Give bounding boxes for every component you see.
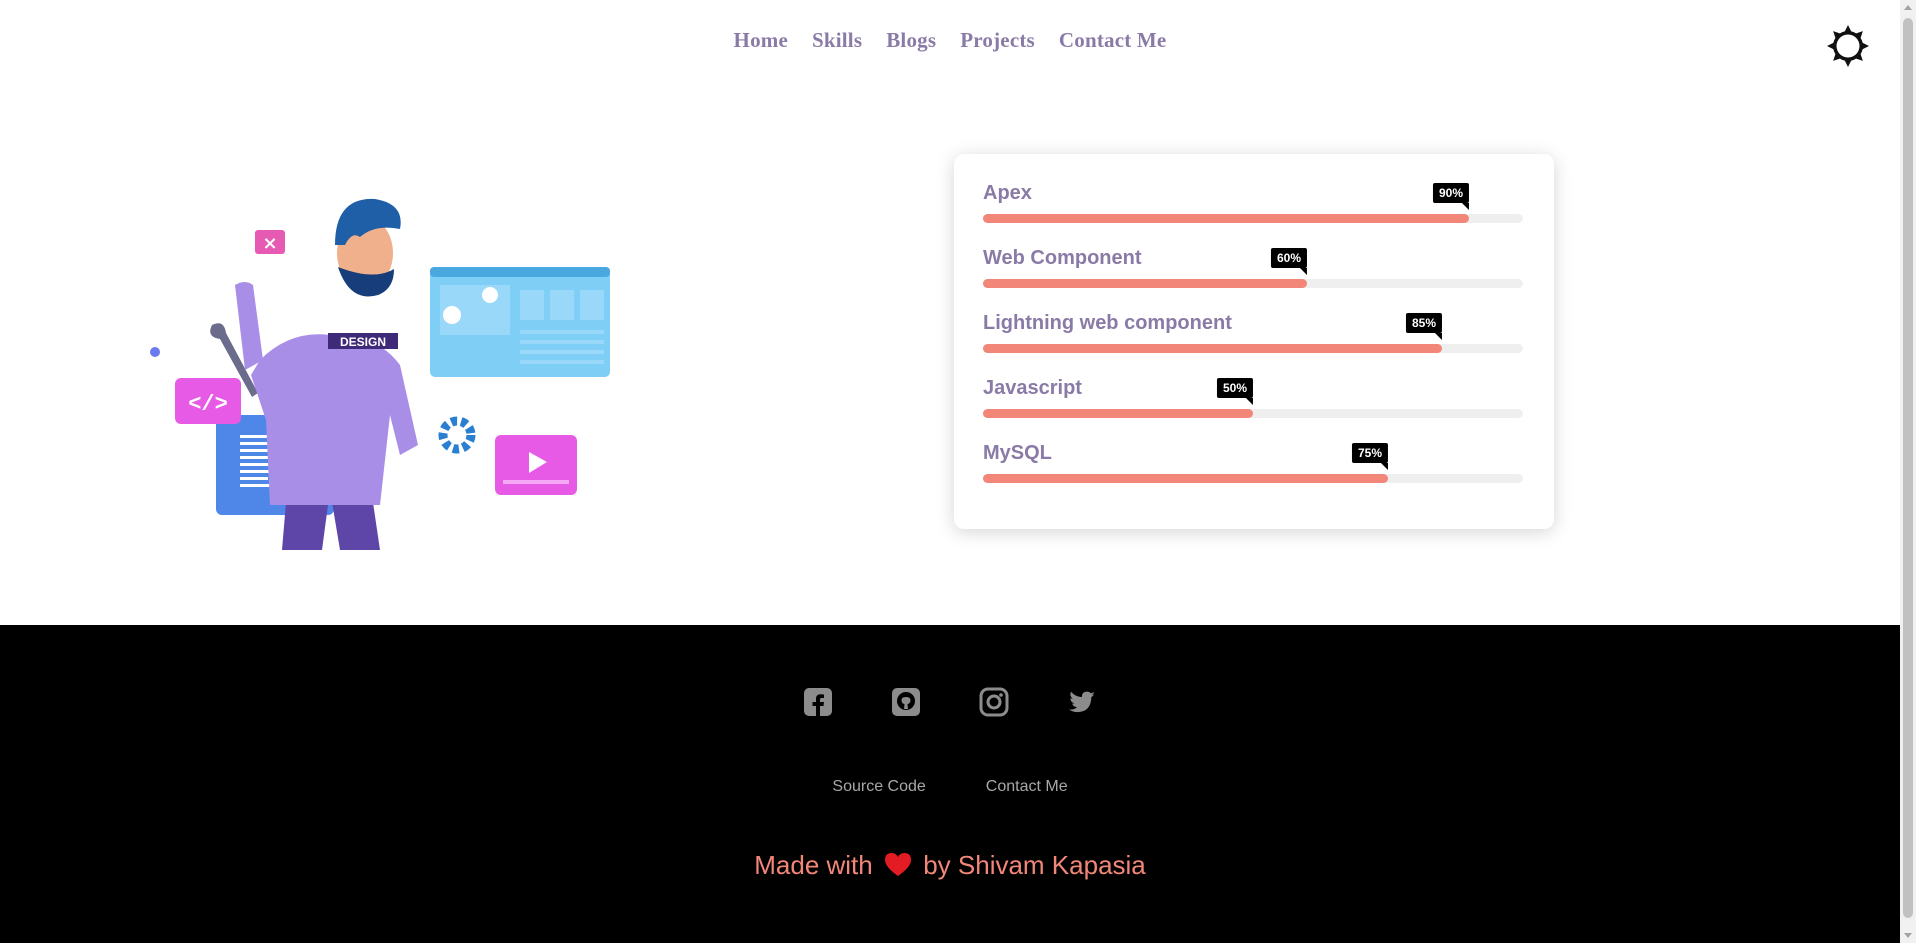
scroll-thumb[interactable] <box>1903 18 1913 918</box>
sun-icon[interactable] <box>1826 24 1870 68</box>
nav-home[interactable]: Home <box>734 28 788 53</box>
close-icon: × <box>262 233 277 254</box>
nav-blogs[interactable]: Blogs <box>886 28 936 53</box>
skill-label: Web Component <box>983 247 1142 269</box>
skill-percent-text: 60% <box>1276 251 1301 265</box>
twitter-icon[interactable] <box>1067 687 1097 717</box>
code-icon-text: </> <box>188 392 228 417</box>
github-icon[interactable] <box>891 687 921 717</box>
skill-percent-badge: 75% <box>1351 443 1388 470</box>
instagram-icon[interactable] <box>979 687 1009 717</box>
nav-projects[interactable]: Projects <box>960 28 1035 53</box>
dot-shape <box>150 347 160 357</box>
skill-percent-badge: 90% <box>1432 183 1469 210</box>
skill-percent-badge: 85% <box>1405 313 1442 340</box>
skill-label: Lightning web component <box>983 312 1232 334</box>
social-links <box>0 687 1900 717</box>
skill-fill <box>983 344 1442 353</box>
gear-icon <box>438 416 476 454</box>
scrollbar[interactable] <box>1900 0 1916 943</box>
skill-label: Javascript <box>983 377 1082 399</box>
made-prefix: Made with <box>754 850 873 880</box>
nav-contact-me[interactable]: Contact Me <box>1059 28 1167 53</box>
skill-apex: Apex 90% <box>983 182 1523 232</box>
scroll-up-arrow-icon[interactable] <box>1900 0 1916 16</box>
skill-track: 50% <box>983 378 1523 418</box>
skill-label: MySQL <box>983 442 1052 464</box>
skill-track: 90% <box>983 183 1523 223</box>
scroll-down-arrow-icon[interactable] <box>1900 927 1916 943</box>
skill-track: 60% <box>983 248 1523 288</box>
nav-skills[interactable]: Skills <box>812 28 862 53</box>
skill-mysql: MySQL 75% <box>983 442 1523 492</box>
skills-card: Apex 90% Web Component 60% Lightning web… <box>954 154 1554 529</box>
source-code-link[interactable]: Source Code <box>832 778 925 796</box>
skill-percent-text: 90% <box>1438 186 1463 200</box>
facebook-icon[interactable] <box>803 687 833 717</box>
person-arm-left-shape <box>235 282 263 370</box>
skill-javascript: Javascript 50% <box>983 377 1523 427</box>
footer: Source Code Contact Me Made with by Shiv… <box>0 625 1900 943</box>
top-nav: Home Skills Blogs Projects Contact Me <box>0 28 1900 53</box>
skill-percent-text: 50% <box>1222 381 1247 395</box>
footer-links: Source Code Contact Me <box>0 778 1900 796</box>
skill-fill <box>983 214 1469 223</box>
skill-label: Apex <box>983 182 1032 204</box>
heart-icon <box>884 853 911 876</box>
skill-fill <box>983 474 1388 483</box>
developer-illustration: </> DESIGN × <box>150 198 610 550</box>
skill-fill <box>983 279 1307 288</box>
design-tag-text: DESIGN <box>340 335 386 349</box>
skill-fill <box>983 409 1253 418</box>
made-suffix: by Shivam Kapasia <box>923 850 1146 880</box>
page: Home Skills Blogs Projects Contact Me </… <box>0 0 1900 943</box>
skill-lightning-web-component: Lightning web component 85% <box>983 312 1523 362</box>
skill-track: 75% <box>983 443 1523 483</box>
skill-web-component: Web Component 60% <box>983 247 1523 297</box>
skill-percent-badge: 60% <box>1270 248 1307 275</box>
footer-contact-link[interactable]: Contact Me <box>986 778 1068 796</box>
skill-percent-text: 75% <box>1357 446 1382 460</box>
skill-percent-badge: 50% <box>1216 378 1253 405</box>
skill-percent-text: 85% <box>1411 316 1436 330</box>
made-with-text: Made with by Shivam Kapasia <box>0 850 1900 881</box>
person-body-shape <box>251 334 418 505</box>
skill-track: 85% <box>983 313 1523 353</box>
